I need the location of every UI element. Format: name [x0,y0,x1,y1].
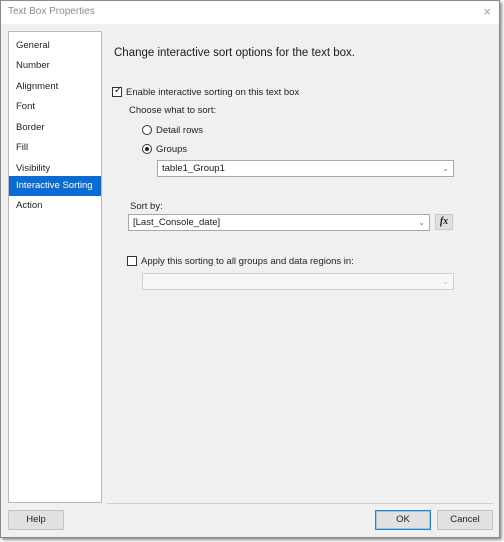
nav-item-action[interactable]: Action [9,196,101,216]
nav-item-border[interactable]: Border [9,118,101,138]
sort-by-value: [Last_Console_date] [133,217,221,228]
expression-button[interactable]: fx [435,214,453,230]
footer-divider [107,503,493,504]
dialog-title: Text Box Properties [8,6,95,17]
radio-selected-dot [145,147,149,151]
help-button[interactable]: Help [8,510,64,530]
detail-rows-radio[interactable] [142,125,152,135]
apply-sorting-label: Apply this sorting to all groups and dat… [141,256,354,267]
nav-item-general[interactable]: General [9,36,101,56]
nav-item-number[interactable]: Number [9,56,101,76]
chevron-down-icon: ⌄ [418,218,425,227]
fx-icon: fx [439,216,449,227]
page-heading: Change interactive sort options for the … [114,47,355,59]
ok-button[interactable]: OK [375,510,431,530]
chevron-down-icon: ⌄ [442,277,449,286]
sort-by-label: Sort by: [130,201,163,212]
cancel-button[interactable]: Cancel [437,510,493,530]
enable-sorting-label: Enable interactive sorting on this text … [126,87,300,98]
enable-sorting-checkbox[interactable]: ✓ [112,85,123,97]
detail-rows-label: Detail rows [156,125,203,136]
text-box-properties-dialog: Text Box Properties × General Number Ali… [0,0,500,538]
data-region-select[interactable]: ⌄ [142,273,454,290]
groups-label: Groups [156,144,188,155]
nav-item-interactive-sorting[interactable]: Interactive Sorting [9,176,101,196]
checkmark-icon: ✓ [114,85,123,96]
group-select-value: table1_Group1 [162,163,225,174]
nav-item-alignment[interactable]: Alignment [9,77,101,97]
apply-sorting-checkbox[interactable] [127,256,137,266]
chevron-down-icon: ⌄ [442,164,449,173]
properties-nav: General Number Alignment Font Border Fil… [8,31,102,503]
sort-by-select[interactable]: [Last_Console_date] ⌄ [128,214,430,231]
title-bar: Text Box Properties × [1,1,499,24]
nav-item-font[interactable]: Font [9,97,101,117]
close-icon[interactable]: × [483,4,491,19]
choose-sort-label: Choose what to sort: [129,105,217,116]
nav-item-fill[interactable]: Fill [9,138,101,158]
groups-radio[interactable] [142,144,152,154]
group-select[interactable]: table1_Group1 ⌄ [157,160,454,177]
